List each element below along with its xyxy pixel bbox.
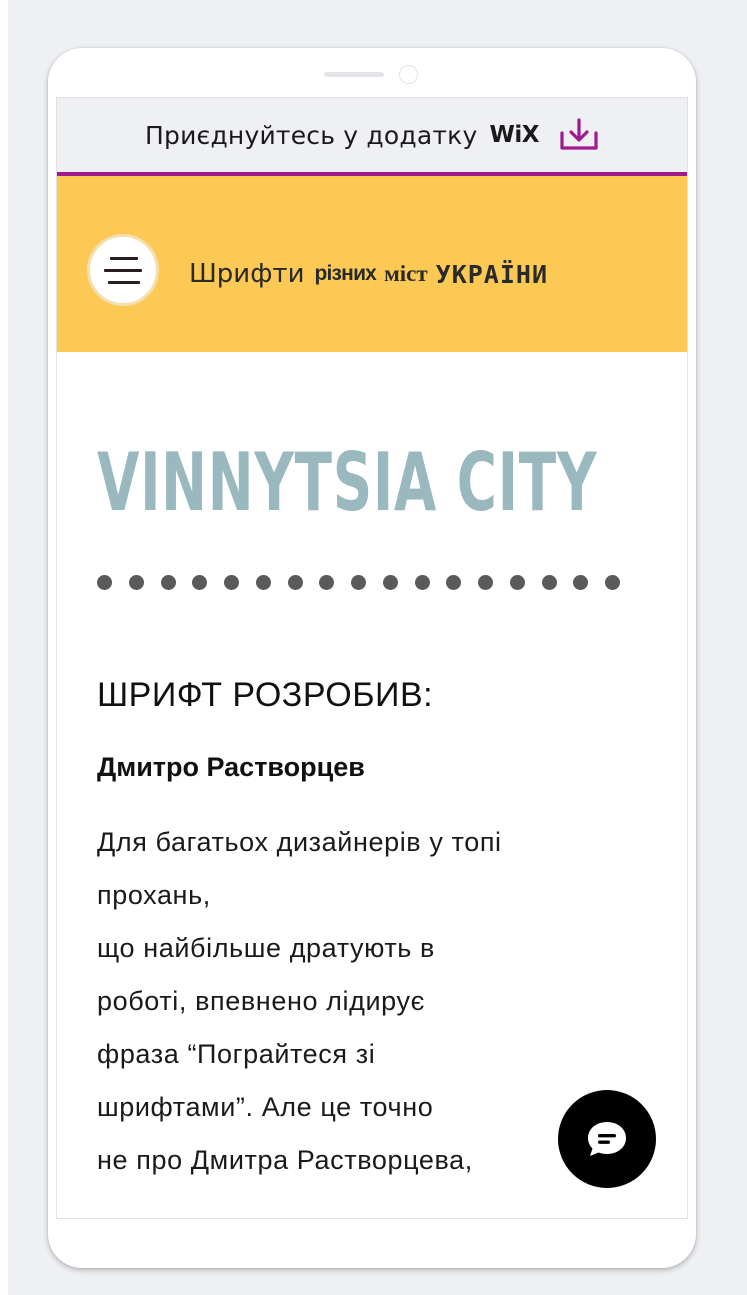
site-title-word: різних bbox=[314, 262, 377, 285]
body-line: Для багатьох дизайнерів у топі bbox=[97, 827, 502, 857]
site-title-word: УКРАЇНИ bbox=[435, 259, 548, 289]
separator-dot bbox=[414, 575, 430, 590]
body-line: прохань, bbox=[97, 880, 211, 910]
separator-dot bbox=[446, 575, 462, 590]
author-name: Дмитро Растворцев bbox=[97, 752, 365, 782]
separator-dot bbox=[192, 575, 208, 590]
dot-separator bbox=[97, 571, 657, 595]
phone-screen: Приєднуйтесь у додатку WiX Шрифти різних… bbox=[56, 97, 688, 1219]
download-icon[interactable] bbox=[557, 117, 601, 153]
body-line: фраза “Пограйтеся зі bbox=[97, 1039, 376, 1069]
separator-dot bbox=[287, 575, 303, 590]
separator-dot bbox=[573, 575, 589, 590]
phone-speaker bbox=[324, 72, 384, 77]
wix-logo: WiX bbox=[489, 122, 539, 148]
phone-frame: Приєднуйтесь у додатку WiX Шрифти різних… bbox=[48, 48, 696, 1268]
separator-dot bbox=[224, 575, 239, 590]
separator-dot bbox=[319, 575, 335, 590]
site-header: Шрифти різних міст УКРАЇНИ bbox=[57, 176, 687, 352]
page-edge bbox=[0, 0, 8, 1295]
separator-dot bbox=[255, 575, 271, 590]
separator-dot bbox=[97, 575, 112, 590]
body-line: що найбільше дратують в bbox=[97, 933, 435, 963]
separator-dot bbox=[160, 575, 176, 590]
separator-dot bbox=[382, 575, 398, 590]
chat-button[interactable] bbox=[558, 1090, 656, 1188]
join-app-banner[interactable]: Приєднуйтесь у додатку WiX bbox=[57, 98, 687, 176]
hamburger-icon-bar bbox=[104, 269, 142, 272]
site-title-word: Шрифти bbox=[189, 259, 305, 289]
section-heading: ШРИФТ РОЗРОБИВ: bbox=[97, 676, 434, 714]
separator-dot bbox=[478, 575, 493, 590]
city-title: VINNYTSIA CITY bbox=[97, 436, 598, 529]
chat-icon bbox=[588, 1122, 626, 1156]
separator-dot bbox=[351, 575, 366, 590]
hamburger-icon-bar bbox=[110, 257, 138, 260]
separator-dot bbox=[605, 575, 620, 590]
body-line: роботі, впевнено лідирує bbox=[97, 986, 425, 1016]
join-app-text: Приєднуйтесь у додатку bbox=[145, 120, 478, 150]
phone-camera bbox=[399, 65, 418, 84]
separator-dot bbox=[509, 575, 525, 590]
hamburger-menu-button[interactable] bbox=[87, 234, 159, 306]
separator-dot bbox=[128, 575, 144, 590]
site-title[interactable]: Шрифти різних міст УКРАЇНИ bbox=[189, 254, 548, 294]
separator-dot bbox=[541, 575, 557, 590]
site-title-word: міст bbox=[384, 261, 428, 286]
hamburger-icon-bar bbox=[108, 281, 140, 284]
